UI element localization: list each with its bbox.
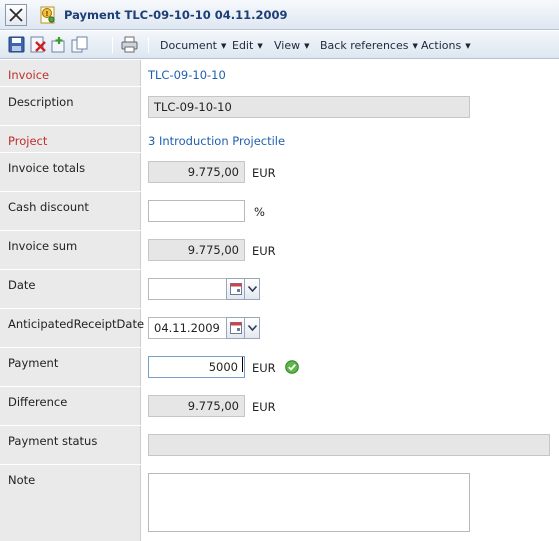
payment-field[interactable]: 5000 <box>148 356 245 378</box>
invoice-totals-label: Invoice totals <box>8 161 86 175</box>
payment-status-label: Payment status <box>8 434 98 448</box>
menu-view[interactable]: View ▼ <box>274 39 310 52</box>
invoice-sum-field[interactable]: 9.775,00 <box>148 239 245 261</box>
svg-text:!: ! <box>45 10 48 18</box>
label-column <box>0 60 141 541</box>
chevron-down-icon: ▼ <box>257 42 263 50</box>
menu-actions[interactable]: Actions ▼ <box>421 39 471 52</box>
calendar-icon <box>230 283 242 295</box>
anticipated-receipt-date-label: AnticipatedReceiptDate <box>8 317 145 331</box>
date-dropdown[interactable] <box>244 279 259 299</box>
cash-discount-unit: % <box>254 205 265 219</box>
anticipated-receipt-date-field[interactable]: 04.11.2009 <box>148 317 227 339</box>
payment-label: Payment <box>8 356 59 370</box>
chevron-down-icon <box>248 286 257 292</box>
chevron-down-icon: ▼ <box>465 42 471 50</box>
payment-form: Invoice TLC-09-10-10 Description TLC-09-… <box>0 60 559 541</box>
toolbar: Document ▼ Edit ▼ View ▼ Back references ▼ A… <box>0 31 559 59</box>
payment-status-field[interactable] <box>148 434 550 456</box>
chevron-down-icon: ▼ <box>221 42 227 50</box>
delete-icon[interactable] <box>29 36 46 53</box>
date-field[interactable] <box>148 278 227 300</box>
anticipated-date-dropdown[interactable] <box>244 318 259 338</box>
toolbar-separator <box>112 37 113 53</box>
anticipated-date-picker-button[interactable] <box>226 317 260 339</box>
difference-unit: EUR <box>252 400 276 414</box>
toolbar-separator <box>148 37 149 53</box>
chevron-down-icon: ▼ <box>304 42 310 50</box>
invoice-link[interactable]: TLC-09-10-10 <box>148 68 226 82</box>
invoice-totals-unit: EUR <box>252 166 276 180</box>
cash-discount-label: Cash discount <box>8 200 89 214</box>
description-field[interactable]: TLC-09-10-10 <box>148 96 470 118</box>
menu-document[interactable]: Document ▼ <box>160 39 226 52</box>
payment-document-icon: ! <box>40 6 55 24</box>
difference-field[interactable]: 9.775,00 <box>148 395 245 417</box>
text-cursor <box>242 357 243 372</box>
close-button[interactable] <box>5 4 27 26</box>
cash-discount-field[interactable] <box>148 200 245 222</box>
window-title: Payment TLC-09-10-10 04.11.2009 <box>64 8 288 22</box>
invoice-totals-field[interactable]: 9.775,00 <box>148 161 245 183</box>
payment-unit: EUR <box>252 361 276 375</box>
check-icon <box>285 360 299 374</box>
date-picker-button[interactable] <box>226 278 260 300</box>
close-icon <box>9 8 23 22</box>
note-textarea[interactable] <box>148 473 470 532</box>
menu-back-references[interactable]: Back references ▼ <box>320 39 418 52</box>
date-label: Date <box>8 278 36 292</box>
invoice-label: Invoice <box>8 68 50 82</box>
menu-edit[interactable]: Edit ▼ <box>232 39 263 52</box>
add-icon[interactable] <box>50 36 67 53</box>
save-icon[interactable] <box>8 36 25 53</box>
invoice-sum-label: Invoice sum <box>8 239 78 253</box>
copy-icon[interactable] <box>71 36 88 53</box>
difference-label: Difference <box>8 395 68 409</box>
chevron-down-icon <box>248 325 257 331</box>
invoice-sum-unit: EUR <box>252 244 276 258</box>
project-label: Project <box>8 134 48 148</box>
title-bar: ! Payment TLC-09-10-10 04.11.2009 <box>0 0 559 30</box>
chevron-down-icon: ▼ <box>412 42 418 50</box>
description-label: Description <box>8 95 74 109</box>
note-label: Note <box>8 473 36 487</box>
print-icon[interactable] <box>121 36 138 53</box>
project-link[interactable]: 3 Introduction Projectile <box>148 134 285 148</box>
calendar-icon <box>230 322 242 334</box>
